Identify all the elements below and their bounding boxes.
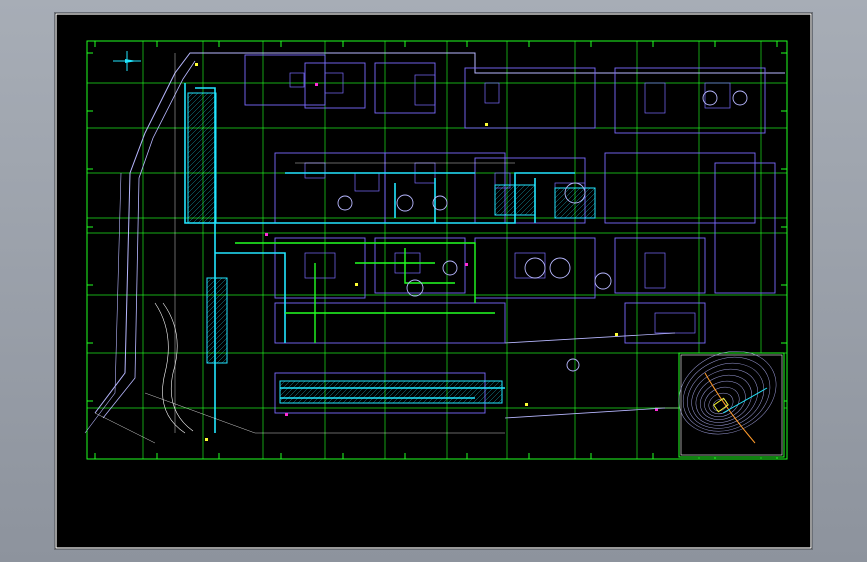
inset-location-map	[678, 351, 785, 458]
drawing-frame-outer	[55, 13, 812, 549]
cad-viewport[interactable]	[55, 13, 812, 549]
cad-drawing	[55, 13, 812, 549]
